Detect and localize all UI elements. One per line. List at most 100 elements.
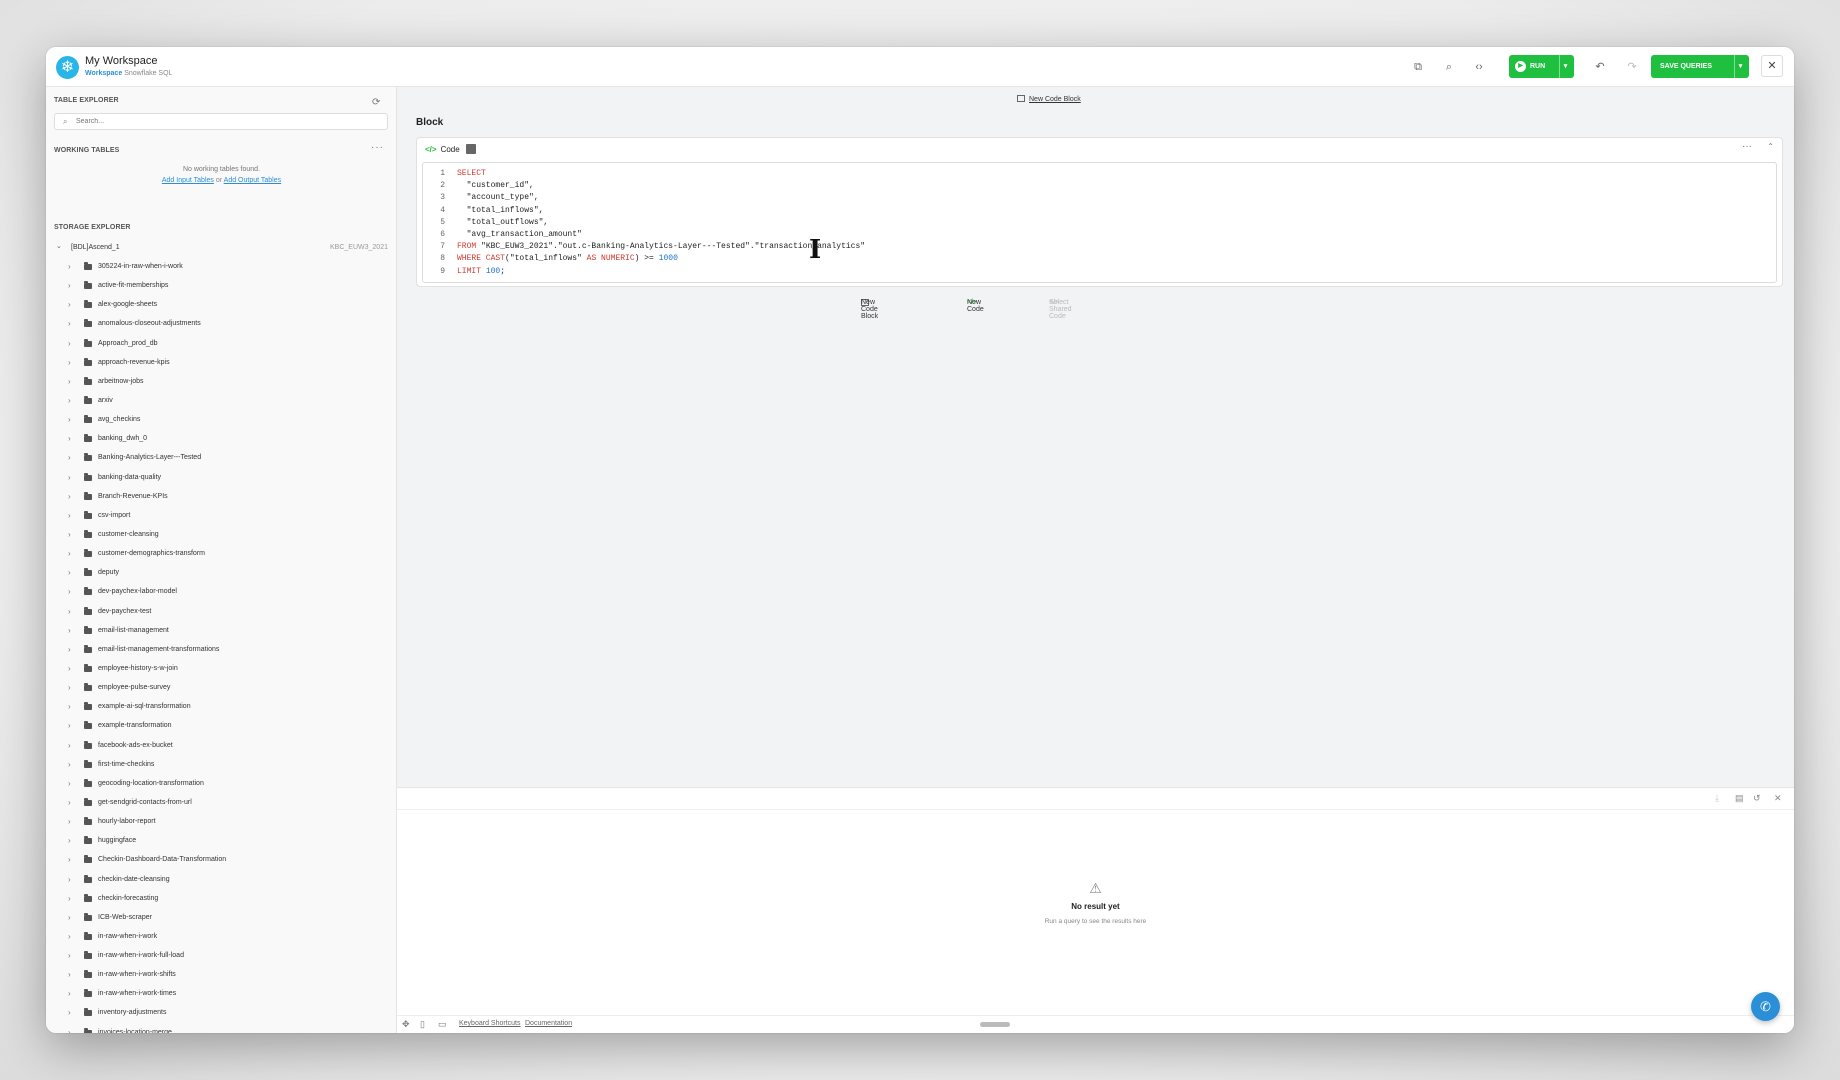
chevron-up-icon[interactable]: ⌃ [1767, 142, 1774, 151]
chevron-right-icon[interactable]: › [68, 319, 71, 328]
sql-editor[interactable]: 1 SELECT 2 "customer_id", 3 "account_type",… [422, 162, 1777, 283]
chevron-right-icon[interactable]: › [68, 855, 71, 864]
refresh-icon[interactable]: ⟳ [372, 97, 380, 108]
chevron-right-icon[interactable]: › [68, 434, 71, 443]
tree-item[interactable]: › employee-pulse-survey [46, 680, 397, 699]
export-icon[interactable]: ▤ [1735, 793, 1744, 804]
tree-item[interactable]: › Banking-Analytics-Layer---Tested [46, 450, 397, 469]
tree-item[interactable]: › customer-cleansing [46, 527, 397, 546]
chevron-right-icon[interactable]: › [68, 377, 71, 386]
code-line[interactable]: 6 "avg_transaction_amount" [423, 229, 1776, 241]
download-icon[interactable]: ⤓ [1715, 793, 1719, 804]
tree-item[interactable]: › in-raw-when-i-work-times [46, 986, 397, 1005]
tree-item[interactable]: › example-transformation [46, 718, 397, 737]
edit-icon[interactable] [465, 144, 476, 154]
tree-item[interactable]: › arbeitnow-jobs [46, 374, 397, 393]
chevron-right-icon[interactable]: › [68, 358, 71, 367]
new-code-block-top-link[interactable]: New Code Block [1017, 95, 1081, 103]
tree-item[interactable]: › dev-paychex-labor-model [46, 584, 397, 603]
more-options-icon[interactable]: ··· [371, 142, 384, 153]
tree-item[interactable]: › Branch-Revenue-KPIs [46, 489, 397, 508]
run-dropdown-icon[interactable]: ▾ [1559, 55, 1571, 78]
tree-item[interactable]: › arxiv [46, 393, 397, 412]
tree-item[interactable]: › approach-revenue-kpis [46, 355, 397, 374]
close-icon[interactable]: ✕ [1761, 55, 1783, 77]
add-output-tables-link[interactable]: Add Output Tables [224, 177, 281, 184]
tree-item[interactable]: › Checkin-Dashboard-Data-Transformation [46, 852, 397, 871]
chevron-right-icon[interactable]: › [68, 741, 71, 750]
chevron-right-icon[interactable]: › [68, 626, 71, 635]
tree-item[interactable]: › hourly-labor-report [46, 814, 397, 833]
tree-item[interactable]: › checkin-forecasting [46, 891, 397, 910]
code-line[interactable]: 2 "customer_id", [423, 180, 1776, 192]
chevron-right-icon[interactable]: › [68, 702, 71, 711]
chevron-right-icon[interactable]: › [68, 587, 71, 596]
resize-handle[interactable] [980, 1022, 1010, 1027]
chevron-right-icon[interactable]: › [68, 281, 71, 290]
tree-item[interactable]: › inventory-adjustments [46, 1005, 397, 1024]
tree-item[interactable]: › banking_dwh_0 [46, 431, 397, 450]
code-line[interactable]: 7 FROM "KBC_EUW3_2021"."out.c-Banking-Ana… [423, 241, 1776, 253]
chevron-right-icon[interactable]: › [68, 989, 71, 998]
tree-item[interactable]: › alex-google-sheets [46, 297, 397, 316]
workspace-title[interactable]: My Workspace [85, 55, 158, 67]
undo-icon[interactable]: ↶ [1592, 59, 1608, 75]
tree-item[interactable]: › geocoding-location-transformation [46, 776, 397, 795]
chevron-right-icon[interactable]: › [68, 836, 71, 845]
sidebar-toggle-icon[interactable]: ▯ [420, 1019, 425, 1030]
documentation-link[interactable]: Documentation [525, 1020, 572, 1027]
tree-item[interactable]: › csv-import [46, 508, 397, 527]
chevron-right-icon[interactable]: › [68, 415, 71, 424]
chevron-right-icon[interactable]: › [68, 492, 71, 501]
tree-item[interactable]: › ICB-Web-scraper [46, 910, 397, 929]
chevron-right-icon[interactable]: › [68, 798, 71, 807]
code-line[interactable]: 9 LIMIT 100; [423, 266, 1776, 278]
tree-item[interactable]: › email-list-management-transformations [46, 642, 397, 661]
chevron-right-icon[interactable]: › [68, 300, 71, 309]
tree-item[interactable]: › in-raw-when-i-work-full-load [46, 948, 397, 967]
move-icon[interactable]: ✥ [402, 1019, 410, 1030]
chevron-right-icon[interactable]: › [68, 1008, 71, 1017]
tree-item[interactable]: › 305224-in-raw-when-i-work [46, 259, 397, 278]
chevron-right-icon[interactable]: › [68, 664, 71, 673]
tree-item[interactable]: › in-raw-when-i-work-shifts [46, 967, 397, 986]
tree-item[interactable]: › avg_checkins [46, 412, 397, 431]
chat-support-icon[interactable]: ✆ [1751, 992, 1780, 1021]
chevron-right-icon[interactable]: › [68, 970, 71, 979]
panel-toggle-icon[interactable]: ▭ [438, 1019, 447, 1030]
chevron-right-icon[interactable]: › [68, 473, 71, 482]
history-icon[interactable]: ↺ [1753, 793, 1761, 804]
save-dropdown-icon[interactable]: ▾ [1734, 55, 1746, 78]
chevron-down-icon[interactable]: ⌄ [56, 242, 62, 250]
chevron-right-icon[interactable]: › [68, 721, 71, 730]
chevron-right-icon[interactable]: › [68, 951, 71, 960]
braces-icon[interactable]: ‹› [1471, 59, 1487, 75]
chevron-right-icon[interactable]: › [68, 607, 71, 616]
code-line[interactable]: 4 "total_inflows", [423, 205, 1776, 217]
tree-item[interactable]: › customer-demographics-transform [46, 546, 397, 565]
chevron-right-icon[interactable]: › [68, 932, 71, 941]
keyboard-shortcuts-link[interactable]: Keyboard Shortcuts [459, 1020, 520, 1027]
tree-item[interactable]: › in-raw-when-i-work [46, 929, 397, 948]
chevron-right-icon[interactable]: › [68, 894, 71, 903]
chevron-right-icon[interactable]: › [68, 1028, 71, 1033]
chevron-right-icon[interactable]: › [68, 760, 71, 769]
tree-item[interactable]: › huggingface [46, 833, 397, 852]
search-box[interactable]: ⌕ [54, 113, 388, 130]
tree-item[interactable]: › anomalous-closeout-adjustments [46, 316, 397, 335]
more-options-icon[interactable]: ··· [1742, 141, 1752, 152]
search-input[interactable] [76, 116, 376, 127]
chevron-right-icon[interactable]: › [68, 339, 71, 348]
chevron-right-icon[interactable]: › [68, 396, 71, 405]
chevron-right-icon[interactable]: › [68, 779, 71, 788]
code-line[interactable]: 8 WHERE CAST("total_inflows" AS NUMERIC) … [423, 253, 1776, 265]
run-button[interactable]: ▶ RUN ▾ [1509, 55, 1574, 78]
copy-icon[interactable]: ⧉ [1410, 59, 1426, 75]
save-queries-button[interactable]: SAVE QUERIES ▾ [1651, 55, 1749, 78]
chevron-right-icon[interactable]: › [68, 530, 71, 539]
chevron-right-icon[interactable]: › [68, 645, 71, 654]
code-line[interactable]: 3 "account_type", [423, 192, 1776, 204]
tree-item[interactable]: › example-ai-sql-transformation [46, 699, 397, 718]
chevron-right-icon[interactable]: › [68, 453, 71, 462]
tree-item[interactable]: › checkin-date-cleansing [46, 872, 397, 891]
